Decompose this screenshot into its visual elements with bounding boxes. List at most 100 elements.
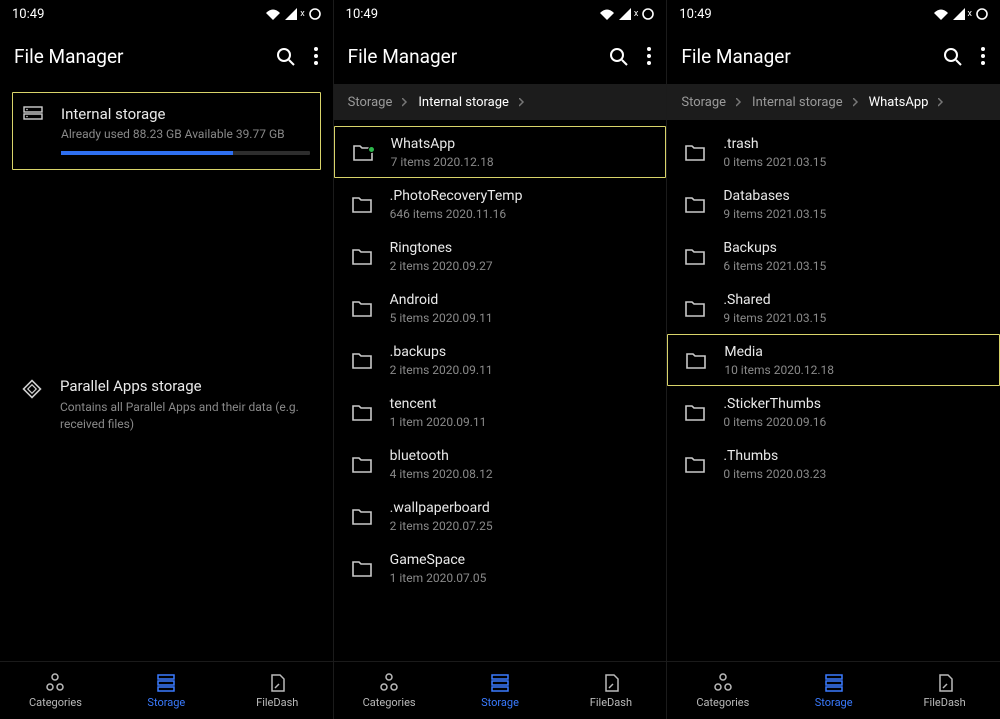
wifi-icon — [933, 8, 949, 21]
folder-icon — [681, 194, 709, 214]
more-icon[interactable] — [313, 46, 319, 66]
nav-storage-label: Storage — [147, 696, 185, 709]
storage-nav-icon — [824, 673, 844, 693]
folder-icon — [681, 246, 709, 266]
folder-icon — [681, 142, 709, 162]
search-icon[interactable] — [275, 46, 295, 66]
folder-icon — [349, 142, 377, 162]
folder-icon — [348, 194, 376, 214]
bottom-nav: Categories Storage FileDash — [667, 661, 1000, 719]
folder-item[interactable]: .StickerThumbs0 items 2020.09.16 — [667, 386, 1000, 438]
folder-item[interactable]: .Thumbs 0 items 2020.03.23 — [667, 438, 1000, 490]
signal-icon — [953, 8, 966, 21]
folder-item[interactable]: Android5 items 2020.09.11 — [334, 282, 667, 334]
folder-name: tencent — [390, 396, 487, 412]
folder-meta: 4 items 2020.08.12 — [390, 467, 493, 481]
nav-storage[interactable]: Storage — [778, 662, 889, 719]
folder-item[interactable]: .PhotoRecoveryTemp 646 items 2020.11.16 — [334, 178, 667, 230]
folder-item[interactable]: Databases9 items 2021.03.15 — [667, 178, 1000, 230]
screen-internal-storage: 10:49 x File Manager StorageInternal sto… — [334, 0, 668, 719]
folder-item[interactable]: GameSpace 1 item 2020.07.05 — [334, 542, 667, 594]
folder-name: .PhotoRecoveryTemp — [390, 188, 523, 204]
parallel-storage-title: Parallel Apps storage — [60, 377, 311, 395]
folder-item[interactable]: .trash0 items 2021.03.15 — [667, 126, 1000, 178]
folder-meta: 9 items 2021.03.15 — [723, 311, 826, 325]
folder-name: bluetooth — [390, 448, 493, 464]
folder-item[interactable]: .backups2 items 2020.09.11 — [334, 334, 667, 386]
storage-progress-fill — [61, 151, 233, 155]
nav-filedash[interactable]: FileDash — [889, 662, 1000, 719]
status-bar: 10:49 x — [0, 0, 333, 28]
folder-name: GameSpace — [390, 552, 487, 568]
search-icon[interactable] — [942, 46, 962, 66]
filedash-icon — [935, 673, 955, 693]
nav-categories[interactable]: Categories — [667, 662, 778, 719]
storage-nav-icon — [490, 673, 510, 693]
breadcrumb-item[interactable]: Internal storage — [418, 95, 509, 110]
folder-icon — [348, 246, 376, 266]
folder-icon — [682, 350, 710, 370]
nav-filedash[interactable]: FileDash — [555, 662, 666, 719]
storage-icon — [23, 105, 45, 155]
folder-item[interactable]: Backups6 items 2021.03.15 — [667, 230, 1000, 282]
status-time: 10:49 — [679, 7, 711, 22]
chevron-right-icon — [938, 98, 944, 107]
folder-list: .trash0 items 2021.03.15Databases9 items… — [667, 120, 1000, 661]
folder-item[interactable]: tencent1 item 2020.09.11 — [334, 386, 667, 438]
signal-x-icon: x — [634, 9, 638, 19]
nav-categories[interactable]: Categories — [334, 662, 445, 719]
folder-icon — [348, 402, 376, 422]
signal-x-icon: x — [968, 9, 972, 19]
folder-icon — [348, 558, 376, 578]
folder-item[interactable]: Ringtones2 items 2020.09.27 — [334, 230, 667, 282]
nav-categories-label: Categories — [29, 696, 82, 709]
folder-meta: 0 items 2020.09.16 — [723, 415, 826, 429]
more-icon[interactable] — [980, 46, 986, 66]
nav-categories[interactable]: Categories — [0, 662, 111, 719]
folder-icon — [348, 298, 376, 318]
bottom-nav: Categories Storage FileDash — [334, 661, 667, 719]
app-bar: File Manager — [334, 28, 667, 84]
nav-storage[interactable]: Storage — [111, 662, 222, 719]
folder-item[interactable]: .Shared 9 items 2021.03.15 — [667, 282, 1000, 334]
folder-icon — [681, 298, 709, 318]
breadcrumb-item[interactable]: Storage — [681, 95, 726, 110]
nav-storage-label: Storage — [481, 696, 519, 709]
folder-item[interactable]: WhatsApp 7 items 2020.12.18 — [334, 126, 667, 178]
nav-storage-label: Storage — [815, 696, 853, 709]
internal-storage-card[interactable]: Internal storage Already used 88.23 GB A… — [12, 92, 321, 170]
folder-name: .Shared — [723, 292, 826, 308]
parallel-storage-card[interactable]: Parallel Apps storage Contains all Paral… — [12, 369, 321, 441]
more-icon[interactable] — [646, 46, 652, 66]
nav-storage[interactable]: Storage — [445, 662, 556, 719]
folder-meta: 646 items 2020.11.16 — [390, 207, 523, 221]
folder-meta: 0 items 2020.03.23 — [723, 467, 826, 481]
categories-icon — [379, 673, 399, 693]
folder-icon — [681, 402, 709, 422]
folder-item[interactable]: Media10 items 2020.12.18 — [667, 334, 1000, 386]
internal-storage-title: Internal storage — [61, 105, 310, 123]
folder-name: WhatsApp — [391, 136, 494, 152]
nav-filedash-label: FileDash — [923, 696, 965, 709]
internal-storage-sub: Already used 88.23 GB Available 39.77 GB — [61, 127, 310, 141]
chevron-right-icon — [519, 98, 525, 107]
folder-meta: 1 item 2020.07.05 — [390, 571, 487, 585]
folder-item[interactable]: .wallpaperboard2 items 2020.07.25 — [334, 490, 667, 542]
categories-icon — [713, 673, 733, 693]
folder-meta: 7 items 2020.12.18 — [391, 155, 494, 169]
signal-icon — [619, 8, 632, 21]
signal-x-icon: x — [300, 9, 304, 19]
nav-categories-label: Categories — [696, 696, 749, 709]
status-bar: 10:49 x — [667, 0, 1000, 28]
breadcrumb-item[interactable]: Storage — [348, 95, 393, 110]
folder-item[interactable]: bluetooth 4 items 2020.08.12 — [334, 438, 667, 490]
breadcrumb-item[interactable]: WhatsApp — [869, 95, 929, 110]
folder-icon — [348, 350, 376, 370]
nav-filedash[interactable]: FileDash — [222, 662, 333, 719]
folder-icon — [681, 454, 709, 474]
search-icon[interactable] — [608, 46, 628, 66]
circle-icon — [976, 8, 988, 20]
folder-name: .Thumbs — [723, 448, 826, 464]
breadcrumb-item[interactable]: Internal storage — [752, 95, 843, 110]
app-title: File Manager — [681, 45, 942, 68]
